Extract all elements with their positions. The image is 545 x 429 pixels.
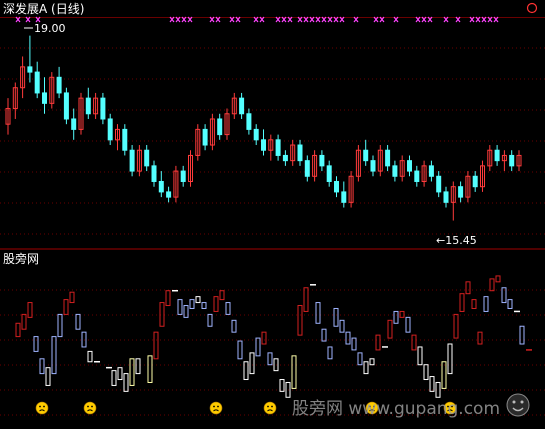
candle-body xyxy=(436,175,442,193)
sad-face-eye xyxy=(39,405,41,408)
sad-face-eye xyxy=(271,405,273,408)
candle-body xyxy=(341,191,347,203)
low-annotation: ←15.45 xyxy=(436,234,477,247)
candle-body xyxy=(42,92,47,104)
sad-face-eye xyxy=(267,405,269,408)
chart-title: 深发展A (日线) xyxy=(3,1,84,16)
candle-body xyxy=(217,118,223,136)
candle-body xyxy=(282,154,288,162)
candle-body xyxy=(304,160,310,177)
candle-body xyxy=(363,149,369,162)
sad-face-circle xyxy=(263,401,277,415)
candle-body xyxy=(370,160,376,172)
candle-body xyxy=(129,149,135,172)
candle-body xyxy=(246,113,252,130)
candle-body xyxy=(472,175,478,188)
sad-face-circle xyxy=(83,401,97,415)
sad-face-circle xyxy=(35,401,49,415)
sad-face-icon xyxy=(209,401,223,415)
candle-body xyxy=(392,165,398,177)
candle-body xyxy=(458,186,464,198)
candle-body xyxy=(122,128,128,151)
candle-body xyxy=(334,180,339,193)
candle-body xyxy=(180,170,186,182)
candle-body xyxy=(509,154,515,167)
high-annotation: 19.00 xyxy=(34,22,66,35)
candle-body xyxy=(297,144,303,162)
candle-body xyxy=(494,149,500,162)
candle-body xyxy=(443,191,449,203)
candle-body xyxy=(239,97,245,115)
sad-face-eye xyxy=(43,405,45,408)
candle-body xyxy=(27,66,33,73)
candle-body xyxy=(85,97,91,115)
candle-body xyxy=(151,165,157,182)
candle-body xyxy=(253,128,259,141)
candle-body xyxy=(326,165,332,182)
candle-body xyxy=(63,92,69,120)
candle-body xyxy=(107,118,113,141)
sad-face-eye xyxy=(217,405,219,408)
sad-face-eye xyxy=(213,405,215,408)
sad-face-circle xyxy=(209,401,223,415)
candle-body xyxy=(100,97,106,120)
candle-body xyxy=(202,128,208,146)
candle-body xyxy=(319,154,325,167)
sad-face-icon xyxy=(35,401,49,415)
smiley-logo-icon xyxy=(506,393,530,417)
candle-body xyxy=(385,149,391,167)
candle-body xyxy=(71,118,77,130)
candle-body xyxy=(428,165,434,177)
candle-body xyxy=(158,180,164,193)
candle-body xyxy=(34,71,40,94)
sad-face-eye xyxy=(87,405,89,408)
sad-face-icon xyxy=(263,401,277,415)
stock-chart: 深发展A (日线) 19.00 ←15.45 股旁网 股旁网 www.gupan… xyxy=(0,0,545,429)
watermark-text: 股旁网 www.gupang.com xyxy=(292,399,500,419)
candle-body xyxy=(414,170,420,182)
candle-body xyxy=(56,76,62,94)
candle-body xyxy=(261,139,266,151)
sad-face-eye xyxy=(91,405,93,408)
sad-face-icon xyxy=(83,401,97,415)
candle-body xyxy=(144,149,150,167)
candle-body xyxy=(407,160,412,172)
indicator-title: 股旁网 xyxy=(3,251,39,266)
candle-body xyxy=(166,191,172,198)
candle-body xyxy=(275,139,281,156)
